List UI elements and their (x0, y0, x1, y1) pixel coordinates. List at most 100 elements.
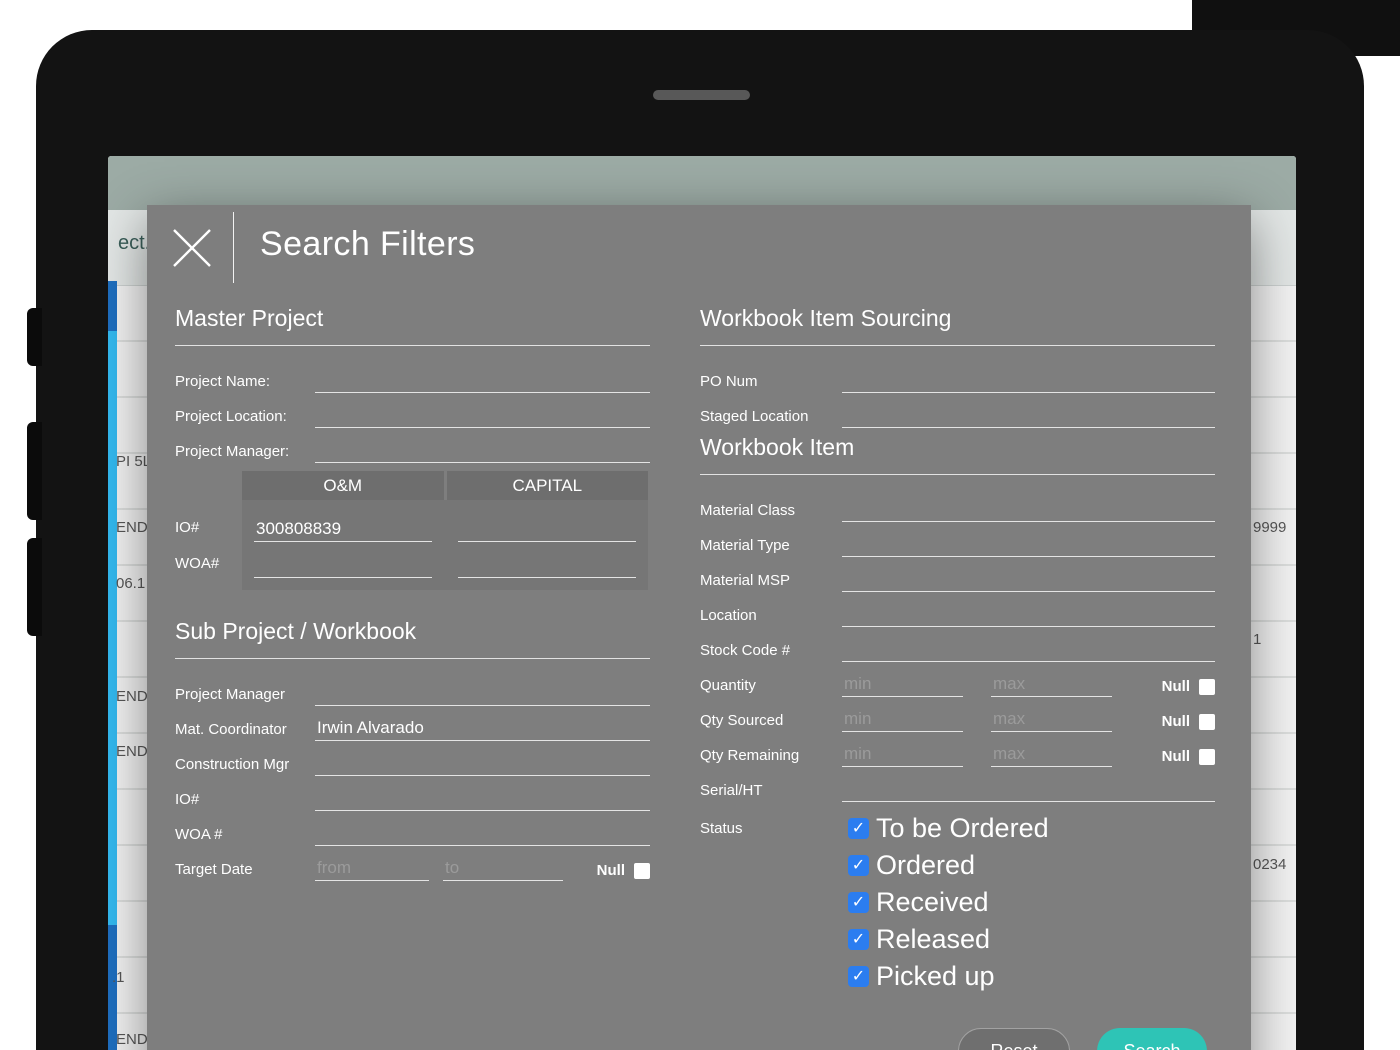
qty-sourced-null-checkbox[interactable] (1199, 714, 1215, 730)
construction-mgr-label: Construction Mgr (175, 756, 315, 776)
sub-project-manager-label: Project Manager (175, 686, 315, 706)
target-date-label: Target Date (175, 861, 315, 881)
qty-remaining-min-input[interactable] (842, 744, 963, 767)
status-option-label: To be Ordered (876, 813, 1049, 844)
material-class-input[interactable] (842, 499, 1215, 522)
search-button[interactable]: Search (1097, 1028, 1207, 1050)
quantity-null-label: Null (1162, 678, 1190, 695)
po-num-row: PO Num (700, 358, 1215, 393)
target-date-row: Target Date Null (175, 846, 650, 881)
table-fragment: 9999 (1253, 519, 1286, 536)
location-input[interactable] (842, 604, 1215, 627)
om-column-header: O&M (242, 471, 444, 500)
header-divider (233, 212, 234, 283)
project-manager-row: Project Manager: (175, 428, 650, 463)
qty-remaining-null-checkbox[interactable] (1199, 749, 1215, 765)
io-om-input[interactable] (254, 519, 432, 542)
quantity-min-input[interactable] (842, 674, 963, 697)
quantity-max-input[interactable] (991, 674, 1112, 697)
qty-sourced-min-input[interactable] (842, 709, 963, 732)
mat-coordinator-row: Mat. Coordinator (175, 706, 650, 741)
sourcing-heading: Workbook Item Sourcing (700, 305, 1215, 346)
qty-sourced-max-input[interactable] (991, 709, 1112, 732)
project-location-row: Project Location: (175, 393, 650, 428)
speaker-bar (653, 90, 750, 100)
project-location-label: Project Location: (175, 408, 315, 428)
checked-checkbox-icon[interactable]: ✓ (848, 818, 869, 839)
io-capital-input[interactable] (458, 519, 636, 542)
page: ect. PI 5L ENDS 06.1 ENDS ENDS .1 ENDS 9… (0, 0, 1400, 1050)
checked-checkbox-icon[interactable]: ✓ (848, 929, 869, 950)
quantity-null-group: Null (1162, 678, 1215, 697)
material-type-row: Material Type (700, 522, 1215, 557)
side-button-1 (27, 308, 42, 366)
status-options: ✓ To be Ordered ✓ Ordered ✓ Received (848, 810, 1049, 995)
qty-sourced-label: Qty Sourced (700, 712, 842, 732)
construction-mgr-input[interactable] (315, 753, 650, 776)
checked-checkbox-icon[interactable]: ✓ (848, 855, 869, 876)
construction-mgr-row: Construction Mgr (175, 741, 650, 776)
side-button-2 (27, 422, 42, 520)
io-label: IO# (175, 519, 199, 536)
status-option-to-be-ordered[interactable]: ✓ To be Ordered (848, 810, 1049, 847)
target-date-to-input[interactable] (443, 858, 563, 881)
po-num-input[interactable] (842, 370, 1215, 393)
sub-project-manager-input[interactable] (315, 683, 650, 706)
target-date-from-input[interactable] (315, 858, 429, 881)
status-row: Status ✓ To be Ordered ✓ Ordered (700, 810, 1215, 995)
master-project-heading: Master Project (175, 305, 650, 346)
qty-sourced-null-group: Null (1162, 713, 1215, 732)
project-location-input[interactable] (315, 405, 650, 428)
woa-capital-input[interactable] (458, 555, 636, 578)
qty-remaining-null-group: Null (1162, 748, 1215, 767)
checked-checkbox-icon[interactable]: ✓ (848, 892, 869, 913)
woa-om-input[interactable] (254, 555, 432, 578)
status-option-received[interactable]: ✓ Received (848, 884, 1049, 921)
staged-location-input[interactable] (842, 405, 1215, 428)
material-type-input[interactable] (842, 534, 1215, 557)
close-button[interactable] (165, 221, 219, 275)
sub-project-woa-label: WOA # (175, 826, 315, 846)
quantity-null-checkbox[interactable] (1199, 679, 1215, 695)
mat-coordinator-label: Mat. Coordinator (175, 721, 315, 741)
side-button-3 (27, 538, 42, 636)
status-option-label: Received (876, 887, 989, 918)
modal-title: Search Filters (260, 225, 475, 264)
target-date-null-checkbox[interactable] (634, 863, 650, 879)
project-name-label: Project Name: (175, 373, 315, 393)
qty-sourced-row: Qty Sourced Null (700, 697, 1215, 732)
material-class-row: Material Class (700, 487, 1215, 522)
checked-checkbox-icon[interactable]: ✓ (848, 966, 869, 987)
search-filters-modal: Search Filters Master Project Project Na… (147, 205, 1251, 1050)
location-label: Location (700, 607, 842, 627)
io-table-body: IO# WOA# (242, 500, 648, 590)
status-option-ordered[interactable]: ✓ Ordered (848, 847, 1049, 884)
reset-button[interactable]: Reset (958, 1028, 1070, 1050)
material-msp-input[interactable] (842, 569, 1215, 592)
mat-coordinator-input[interactable] (315, 718, 650, 741)
table-fragment: 06.1 (116, 575, 145, 592)
stock-code-input[interactable] (842, 639, 1215, 662)
qty-sourced-null-label: Null (1162, 713, 1190, 730)
sub-project-io-row: IO# (175, 776, 650, 811)
project-name-input[interactable] (315, 370, 650, 393)
material-type-label: Material Type (700, 537, 842, 557)
qty-remaining-null-label: Null (1162, 748, 1190, 765)
status-option-label: Released (876, 924, 990, 955)
serial-ht-input[interactable] (842, 779, 1215, 802)
qty-remaining-row: Qty Remaining Null (700, 732, 1215, 767)
sub-project-io-input[interactable] (315, 788, 650, 811)
qty-remaining-max-input[interactable] (991, 744, 1112, 767)
status-option-released[interactable]: ✓ Released (848, 921, 1049, 958)
sub-project-woa-input[interactable] (315, 823, 650, 846)
material-msp-label: Material MSP (700, 572, 842, 592)
table-fragment: PI 5L (116, 453, 151, 470)
status-option-picked-up[interactable]: ✓ Picked up (848, 958, 1049, 995)
sub-project-heading: Sub Project / Workbook (175, 618, 650, 659)
sub-project-woa-row: WOA # (175, 811, 650, 846)
right-column: Workbook Item Sourcing PO Num Staged Loc… (700, 305, 1215, 995)
modal-header: Search Filters (147, 205, 1251, 290)
project-manager-input[interactable] (315, 440, 650, 463)
io-table-header: O&M CAPITAL (242, 471, 648, 500)
serial-ht-label: Serial/HT (700, 782, 842, 802)
